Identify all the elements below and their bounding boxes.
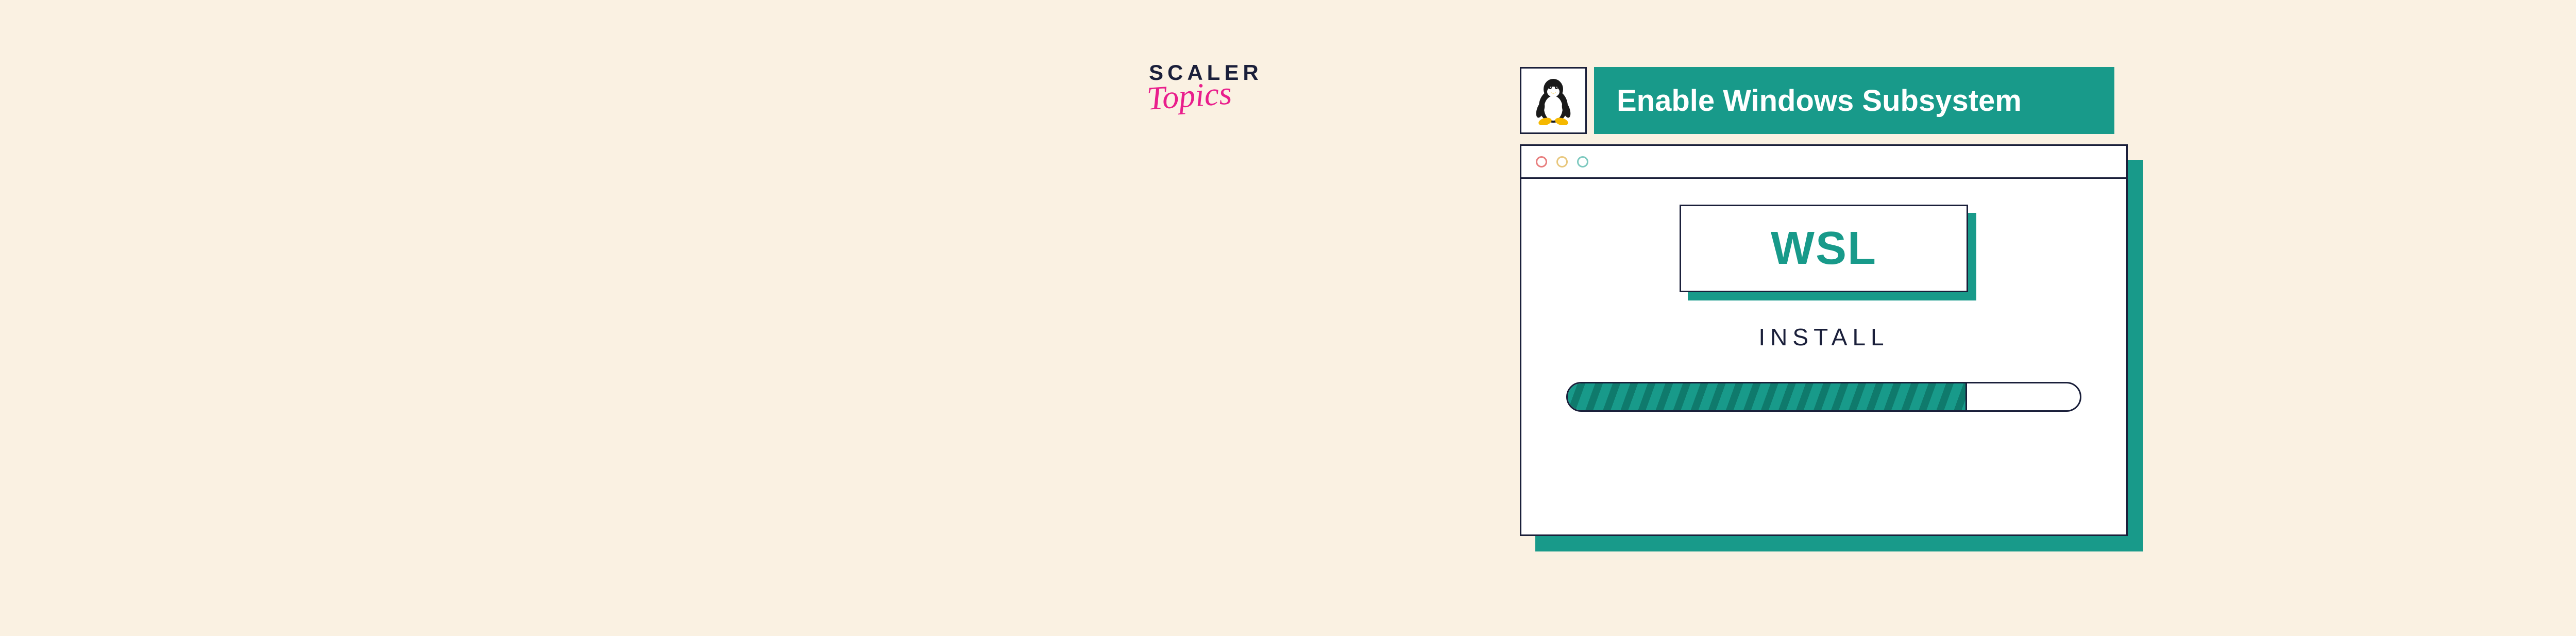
tux-penguin-icon xyxy=(1520,67,1587,134)
penguin-icon xyxy=(1533,76,1574,125)
app-window-wrap: WSL INSTALL xyxy=(1520,144,2128,536)
logo-line-topics: Topics xyxy=(1146,79,1232,112)
wsl-label: WSL xyxy=(1771,222,1877,275)
header-title: Enable Windows Subsystem xyxy=(1617,83,2022,118)
progress-fill xyxy=(1568,383,1967,410)
wsl-card-wrap: WSL xyxy=(1680,205,1968,292)
close-icon[interactable] xyxy=(1536,156,1547,168)
header-row: Enable Windows Subsystem xyxy=(1520,67,2114,134)
maximize-icon[interactable] xyxy=(1577,156,1588,168)
app-window: WSL INSTALL xyxy=(1520,144,2128,536)
wsl-card: WSL xyxy=(1680,205,1968,292)
window-titlebar xyxy=(1521,146,2126,179)
window-body: WSL INSTALL xyxy=(1521,179,2126,534)
hero-illustration: SCALER Topics Enable Windows Subsyste xyxy=(1149,67,1973,572)
install-label: INSTALL xyxy=(1758,323,1889,351)
header-title-bar: Enable Windows Subsystem xyxy=(1594,67,2114,134)
brand-logo: SCALER Topics xyxy=(1149,62,1263,109)
progress-bar xyxy=(1566,382,2081,412)
minimize-icon[interactable] xyxy=(1556,156,1568,168)
